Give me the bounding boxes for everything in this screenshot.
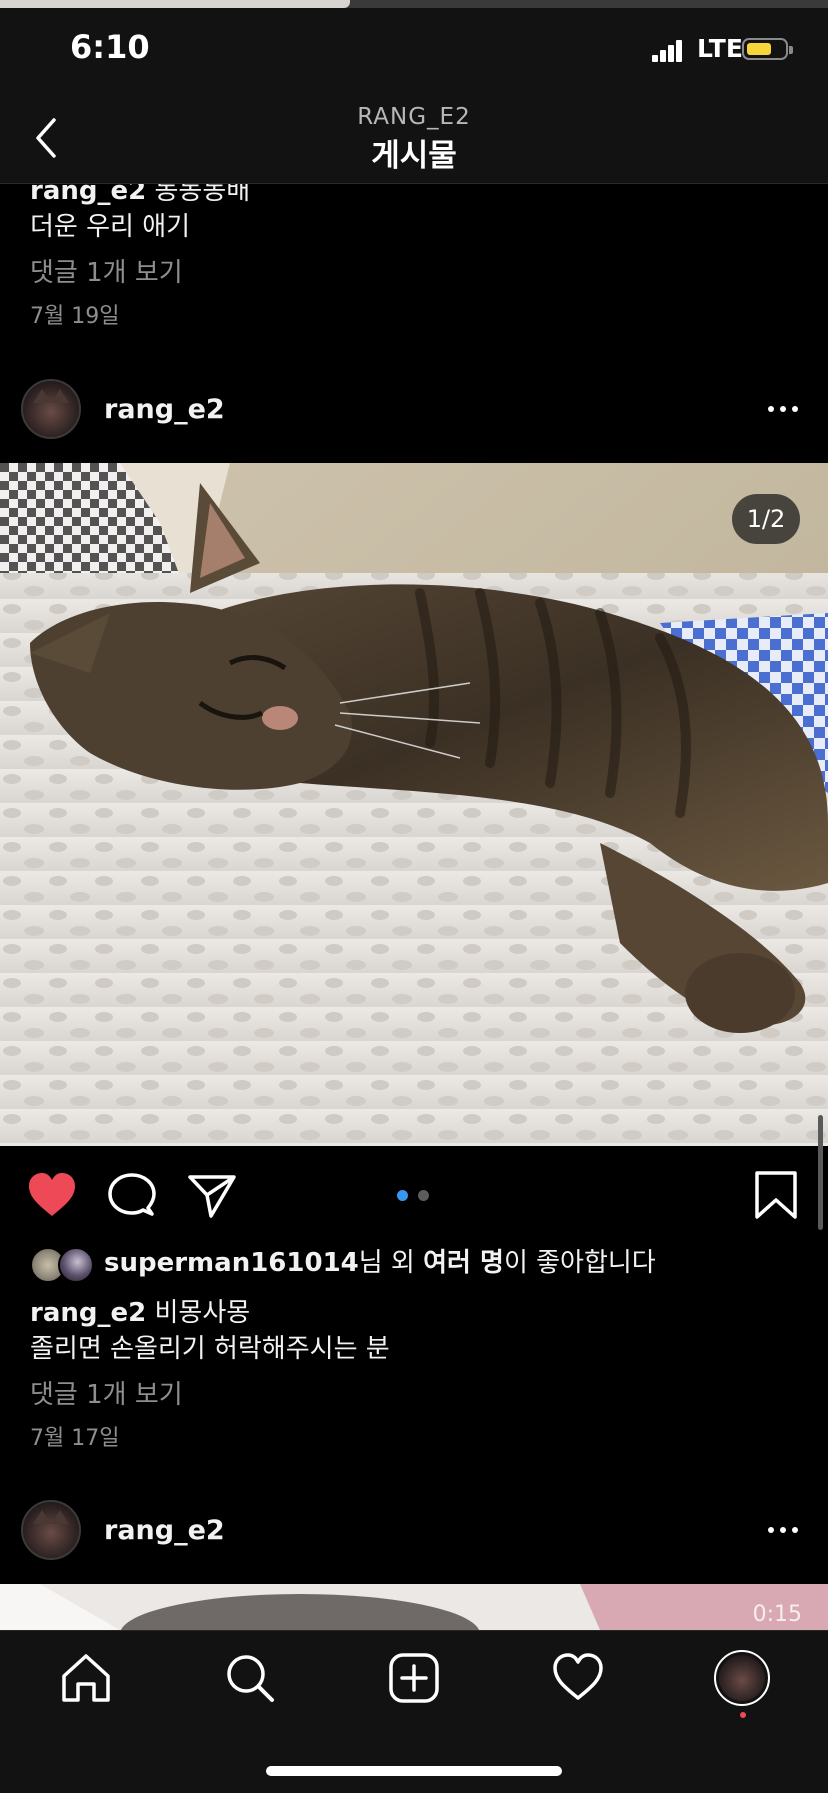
liked-by-suffix-2: 이 좋아합니다 [503,1248,656,1278]
activity-heart-icon[interactable] [550,1650,606,1706]
previous-image-edge [0,0,828,8]
network-type: LTE [697,34,743,63]
cat-photo-illustration [0,463,828,1146]
caption-line2: 졸리면 손올리기 허락해주시는 분 [30,1334,390,1364]
scroll-indicator [818,1115,823,1230]
prev-caption-line2: 더운 우리 애기 [30,212,191,242]
bookmark-icon[interactable] [754,1170,798,1220]
post-avatar[interactable] [21,379,81,439]
prev-view-comments-link[interactable]: 댓글 1개 보기 [30,256,183,290]
liked-by-line[interactable]: superman161014님 외 여러 명이 좋아합니다 [104,1246,656,1280]
more-options-icon[interactable] [768,404,802,414]
nav-divider [0,183,828,184]
next-post-username[interactable]: rang_e2 [104,1514,225,1548]
liked-by-avatars[interactable] [30,1247,94,1283]
home-indicator [266,1766,562,1776]
search-icon[interactable] [222,1650,278,1706]
notification-dot [740,1712,746,1718]
home-icon[interactable] [58,1650,114,1706]
signal-icon [652,40,682,62]
status-time: 6:10 [70,28,150,66]
view-comments-link[interactable]: 댓글 1개 보기 [30,1378,183,1412]
page-title: 게시물 [371,138,457,174]
caption-username[interactable]: rang_e2 [30,1298,146,1328]
post-date: 7월 17일 [30,1426,120,1451]
top-bar: 6:10 LTE RANG_E2 게시물 [0,0,828,184]
next-post-media[interactable]: 0:15 [0,1584,828,1630]
video-duration: 0:15 [752,1602,802,1627]
next-more-options-icon[interactable] [768,1525,802,1535]
liked-by-suffix-1: 님 외 [358,1248,424,1278]
carousel-dot-active [397,1190,408,1201]
prev-post-date: 7월 19일 [30,304,120,329]
liked-by-username[interactable]: superman161014 [104,1248,359,1278]
post-caption: rang_e2 비몽사몽 [30,1296,250,1330]
post-username[interactable]: rang_e2 [104,393,225,427]
share-send-icon[interactable] [187,1173,237,1219]
liked-by-others[interactable]: 여러 명 [423,1248,504,1278]
post-image[interactable] [0,463,828,1146]
next-media-preview [0,1584,828,1630]
battery-icon [742,38,793,60]
comment-icon[interactable] [108,1172,156,1220]
caption-text: 비몽사몽 [154,1298,251,1328]
nav-username: RANG_E2 [357,104,471,130]
add-post-icon[interactable] [386,1650,442,1706]
carousel-dot [418,1190,429,1201]
next-post-avatar[interactable] [21,1500,81,1560]
like-heart-icon[interactable] [27,1172,77,1218]
image-counter-badge: 1/2 [732,494,800,544]
profile-avatar-icon[interactable] [714,1650,770,1706]
